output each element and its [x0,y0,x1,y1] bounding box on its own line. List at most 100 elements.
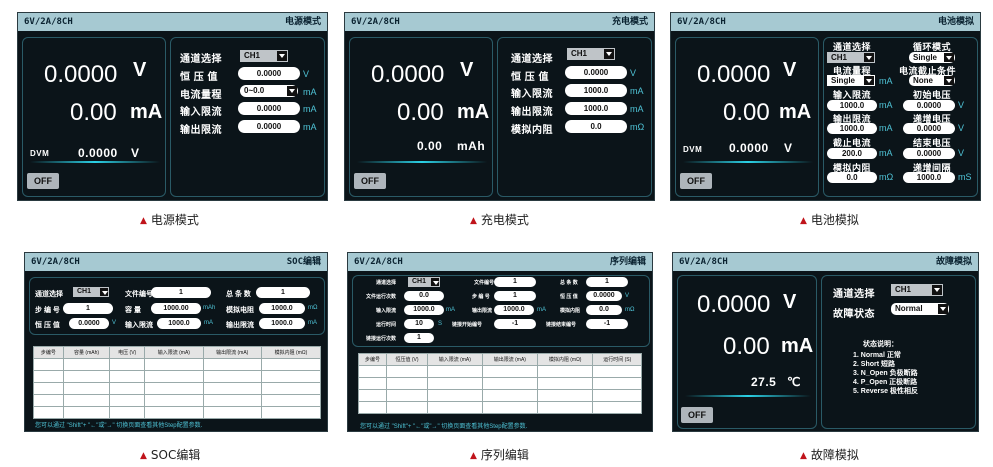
table-row[interactable] [357,377,642,390]
fault-state-select[interactable]: Normal [891,303,949,315]
step-no-field[interactable]: 1 [63,303,113,314]
table-header-row: 步编号 恒压值 (V) 输入限流 (mA) 输出限流 (mA) 模拟内阻 (mΩ… [357,353,642,366]
step-v-field[interactable]: 0.0000 [903,123,955,134]
channel-select[interactable]: CH1 [827,52,875,63]
table-row[interactable] [33,358,322,371]
cv-field[interactable]: 0.0000 [69,318,109,329]
out-limit-field[interactable]: 1000.0 [827,123,877,134]
range-select[interactable]: 0~0.0 [240,85,298,97]
output-off-button[interactable]: OFF [27,173,59,189]
output-off-button[interactable]: OFF [680,173,712,189]
output-off-button[interactable]: OFF [681,407,713,423]
file-no-field[interactable]: 1 [151,287,211,298]
table-row[interactable] [357,401,642,414]
label-step-no: 步 编 号 [472,294,490,300]
caption-charge-mode: ▲ 充电模式 [470,213,529,227]
label-total: 总 条 数 [560,280,578,286]
current-readout: 0.00 [723,99,770,126]
label-res: 模拟内阻 [511,125,553,136]
sim-res-field[interactable]: 1000.0 [259,303,305,314]
in-limit-field[interactable]: 1000.0 [404,305,444,315]
table-row[interactable] [33,394,322,407]
current-unit: mA [781,335,814,357]
channel-select[interactable]: CH1 [891,284,943,296]
temp-unit: ℃ [787,375,801,389]
run-time-unit: S [438,321,443,327]
voltage-readout: 0.0000 [697,291,771,318]
out-limit-field[interactable]: 0.0000 [238,120,300,133]
in-limit-field[interactable]: 0.0000 [238,102,300,115]
link-end-field[interactable]: -1 [586,319,628,329]
table-row[interactable] [33,406,322,419]
table-header-row: 步编号 容量 (mAh) 电压 (V) 输入限流 (mA) 输出限流 (mA) … [33,346,322,359]
res-field[interactable]: 0.0 [586,305,622,315]
chevron-down-icon [277,51,287,61]
loop-value: Single [913,53,938,62]
mode-title: 故障模拟 [935,257,972,267]
sim-res-unit: mΩ [308,305,318,311]
caption-power-mode: ▲ 电源模式 [140,213,199,227]
col-res: 模拟内阻 (mΩ) [536,353,594,366]
res-field[interactable]: 0.0 [827,172,877,183]
channel-select[interactable]: CH1 [73,287,109,297]
link-run-count-field[interactable]: 1 [404,333,434,343]
in-limit-field[interactable]: 1000.0 [827,100,877,111]
title-bar: 6V/2A/8CH 充电模式 [345,13,654,31]
loop-select[interactable]: Single [909,52,955,63]
label-fault-state: 故障状态 [833,309,875,320]
table-row[interactable] [33,370,322,383]
dvm-value: 0.0000 [78,146,118,160]
panel-fault-sim: 6V/2A/8CH 故障模拟 0.0000 V 0.00 mA 27.5 ℃ OF… [672,252,979,432]
cutoff-field[interactable]: 200.0 [827,148,877,159]
run-time-field[interactable]: 10 [404,319,434,329]
title-bar: 6V/2A/8CH 电池模拟 [671,13,980,31]
res-field[interactable]: 0.0 [565,120,627,133]
total-field[interactable]: 1 [256,287,310,298]
cv-field[interactable]: 0.0000 [565,66,627,79]
range-select[interactable]: Single [827,75,875,86]
label-cv: 恒 压 值 [560,294,578,300]
cond-select[interactable]: None [909,75,955,86]
label-range: 电流量程 [180,90,222,101]
channel-select[interactable]: CH1 [567,48,615,60]
label-cv: 恒 压 值 [35,322,60,329]
table-row[interactable] [33,382,322,395]
table-row[interactable] [357,365,642,378]
out-limit-field[interactable]: 1000.0 [494,305,534,315]
label-channel: 通道选择 [833,289,875,300]
cv-field[interactable]: 0.0000 [238,67,300,80]
run-count-field[interactable]: 0.0 [404,291,444,301]
channel-value: CH1 [895,285,912,294]
init-v-field[interactable]: 0.0000 [903,100,955,111]
out-limit-unit: mA [537,307,546,313]
col-capacity: 容量 (mAh) [62,346,111,359]
chevron-down-icon [604,49,614,59]
total-field[interactable]: 1 [586,277,628,287]
device-label: 6V/2A/8CH [679,257,728,267]
out-limit-field[interactable]: 1000.0 [259,318,305,329]
capacity-field[interactable]: 1000.00 [151,303,201,314]
interval-field[interactable]: 1000.0 [903,172,955,183]
step-no-field[interactable]: 1 [494,291,536,301]
output-off-button[interactable]: OFF [354,173,386,189]
title-bar: 6V/2A/8CH 故障模拟 [673,253,978,271]
label-channel: 通道选择 [180,54,222,65]
cv-field[interactable]: 0.0000 [586,291,622,301]
in-limit-field[interactable]: 1000.0 [565,84,627,97]
end-v-field[interactable]: 0.0000 [903,148,955,159]
table-row[interactable] [357,389,642,402]
interval-unit: mS [958,172,972,182]
out-limit-field[interactable]: 1000.0 [565,102,627,115]
channel-select[interactable]: CH1 [408,277,440,287]
current-unit: mA [779,101,812,123]
chevron-down-icon [287,86,297,96]
cutoff-unit: mA [879,148,893,158]
current-readout: 0.00 [397,99,444,126]
mode-title: 充电模式 [611,17,648,27]
in-limit-field[interactable]: 1000.0 [157,318,201,329]
channel-select[interactable]: CH1 [240,50,288,62]
link-start-field[interactable]: -1 [494,319,536,329]
dvm-value: 0.0000 [729,141,769,155]
device-label: 6V/2A/8CH [351,17,400,27]
file-no-field[interactable]: 1 [494,277,536,287]
